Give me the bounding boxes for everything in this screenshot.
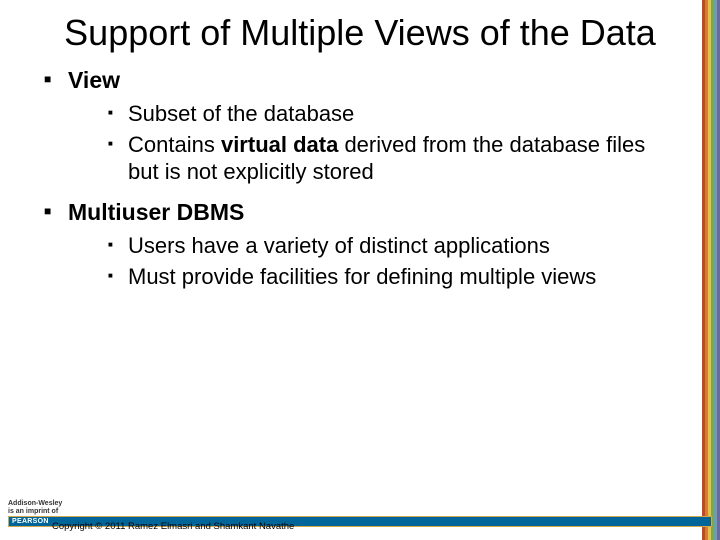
sub-bullet-text: Users have a variety of distinct applica… (128, 233, 550, 258)
sublist: Subset of the database Contains virtual … (108, 101, 680, 185)
slide-content: View Subset of the database Contains vir… (40, 67, 680, 290)
sub-bullet-text-pre: Contains (128, 132, 221, 157)
imprint-line2: is an imprint of (8, 508, 712, 515)
slide-title: Support of Multiple Views of the Data (40, 12, 680, 53)
decorative-stripe (702, 0, 720, 540)
sub-bullet-text: Subset of the database (128, 101, 354, 126)
bullet-multiuser-dbms: Multiuser DBMS Users have a variety of d… (44, 199, 680, 290)
slide: Support of Multiple Views of the Data Vi… (0, 0, 720, 540)
sub-bullet-text: Must provide facilities for defining mul… (128, 264, 596, 289)
bullet-heading: Multiuser DBMS (68, 199, 244, 225)
bullet-heading: View (68, 67, 120, 93)
sub-bullet: Subset of the database (108, 101, 680, 128)
bullet-view: View Subset of the database Contains vir… (44, 67, 680, 185)
footer: Addison-Wesley is an imprint of PEARSON … (0, 500, 720, 536)
sub-bullet: Must provide facilities for defining mul… (108, 264, 680, 291)
sub-bullet-text-bold: virtual data (221, 132, 338, 157)
imprint-line1: Addison-Wesley (8, 500, 712, 507)
sublist: Users have a variety of distinct applica… (108, 233, 680, 291)
sub-bullet: Users have a variety of distinct applica… (108, 233, 680, 260)
sub-bullet: Contains virtual data derived from the d… (108, 132, 680, 186)
